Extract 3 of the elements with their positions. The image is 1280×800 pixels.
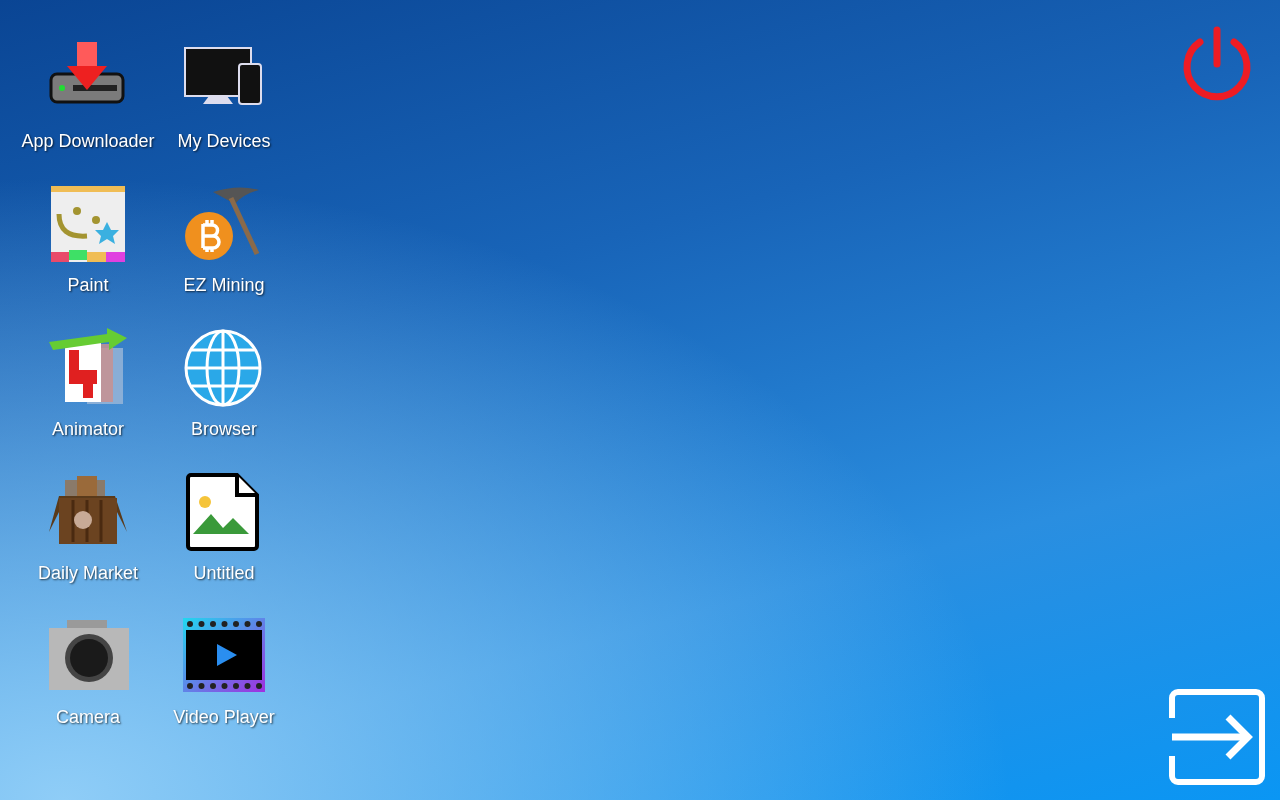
exit-arrow-icon xyxy=(1168,688,1266,786)
exit-button[interactable] xyxy=(1168,688,1266,786)
desktop-shortcut[interactable]: App Downloader xyxy=(16,36,160,180)
